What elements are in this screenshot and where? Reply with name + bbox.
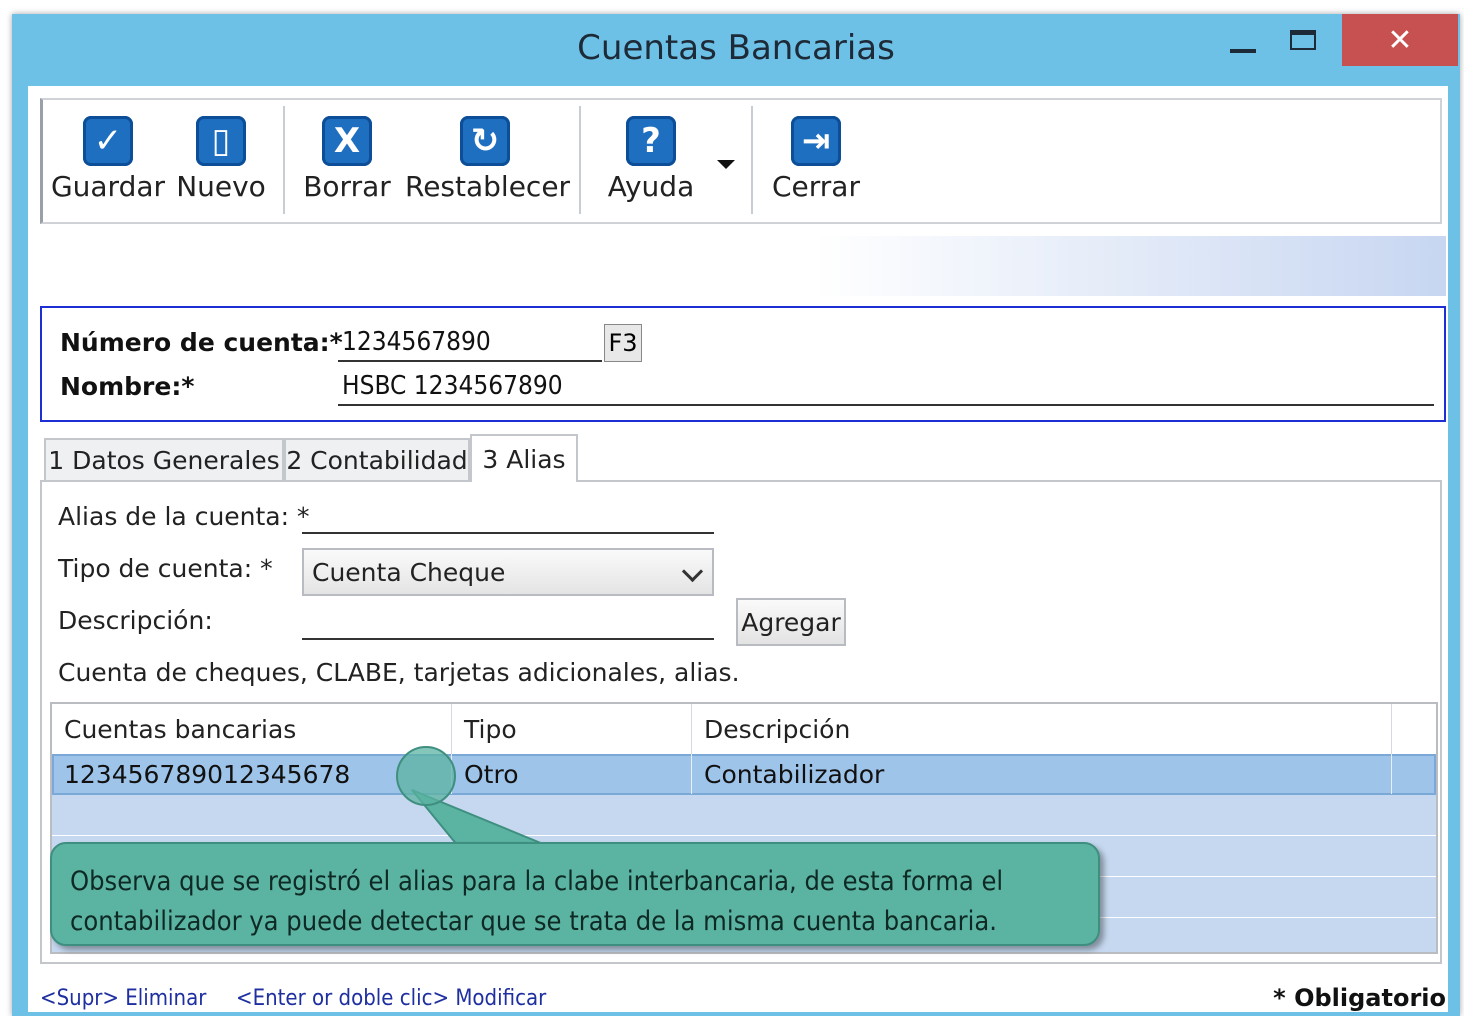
annotation-callout: Observa que se registró el alias para la…	[50, 842, 1100, 946]
callout-text: Observa que se registró el alias para la…	[70, 866, 1004, 937]
callout-highlight-circle	[396, 746, 456, 806]
